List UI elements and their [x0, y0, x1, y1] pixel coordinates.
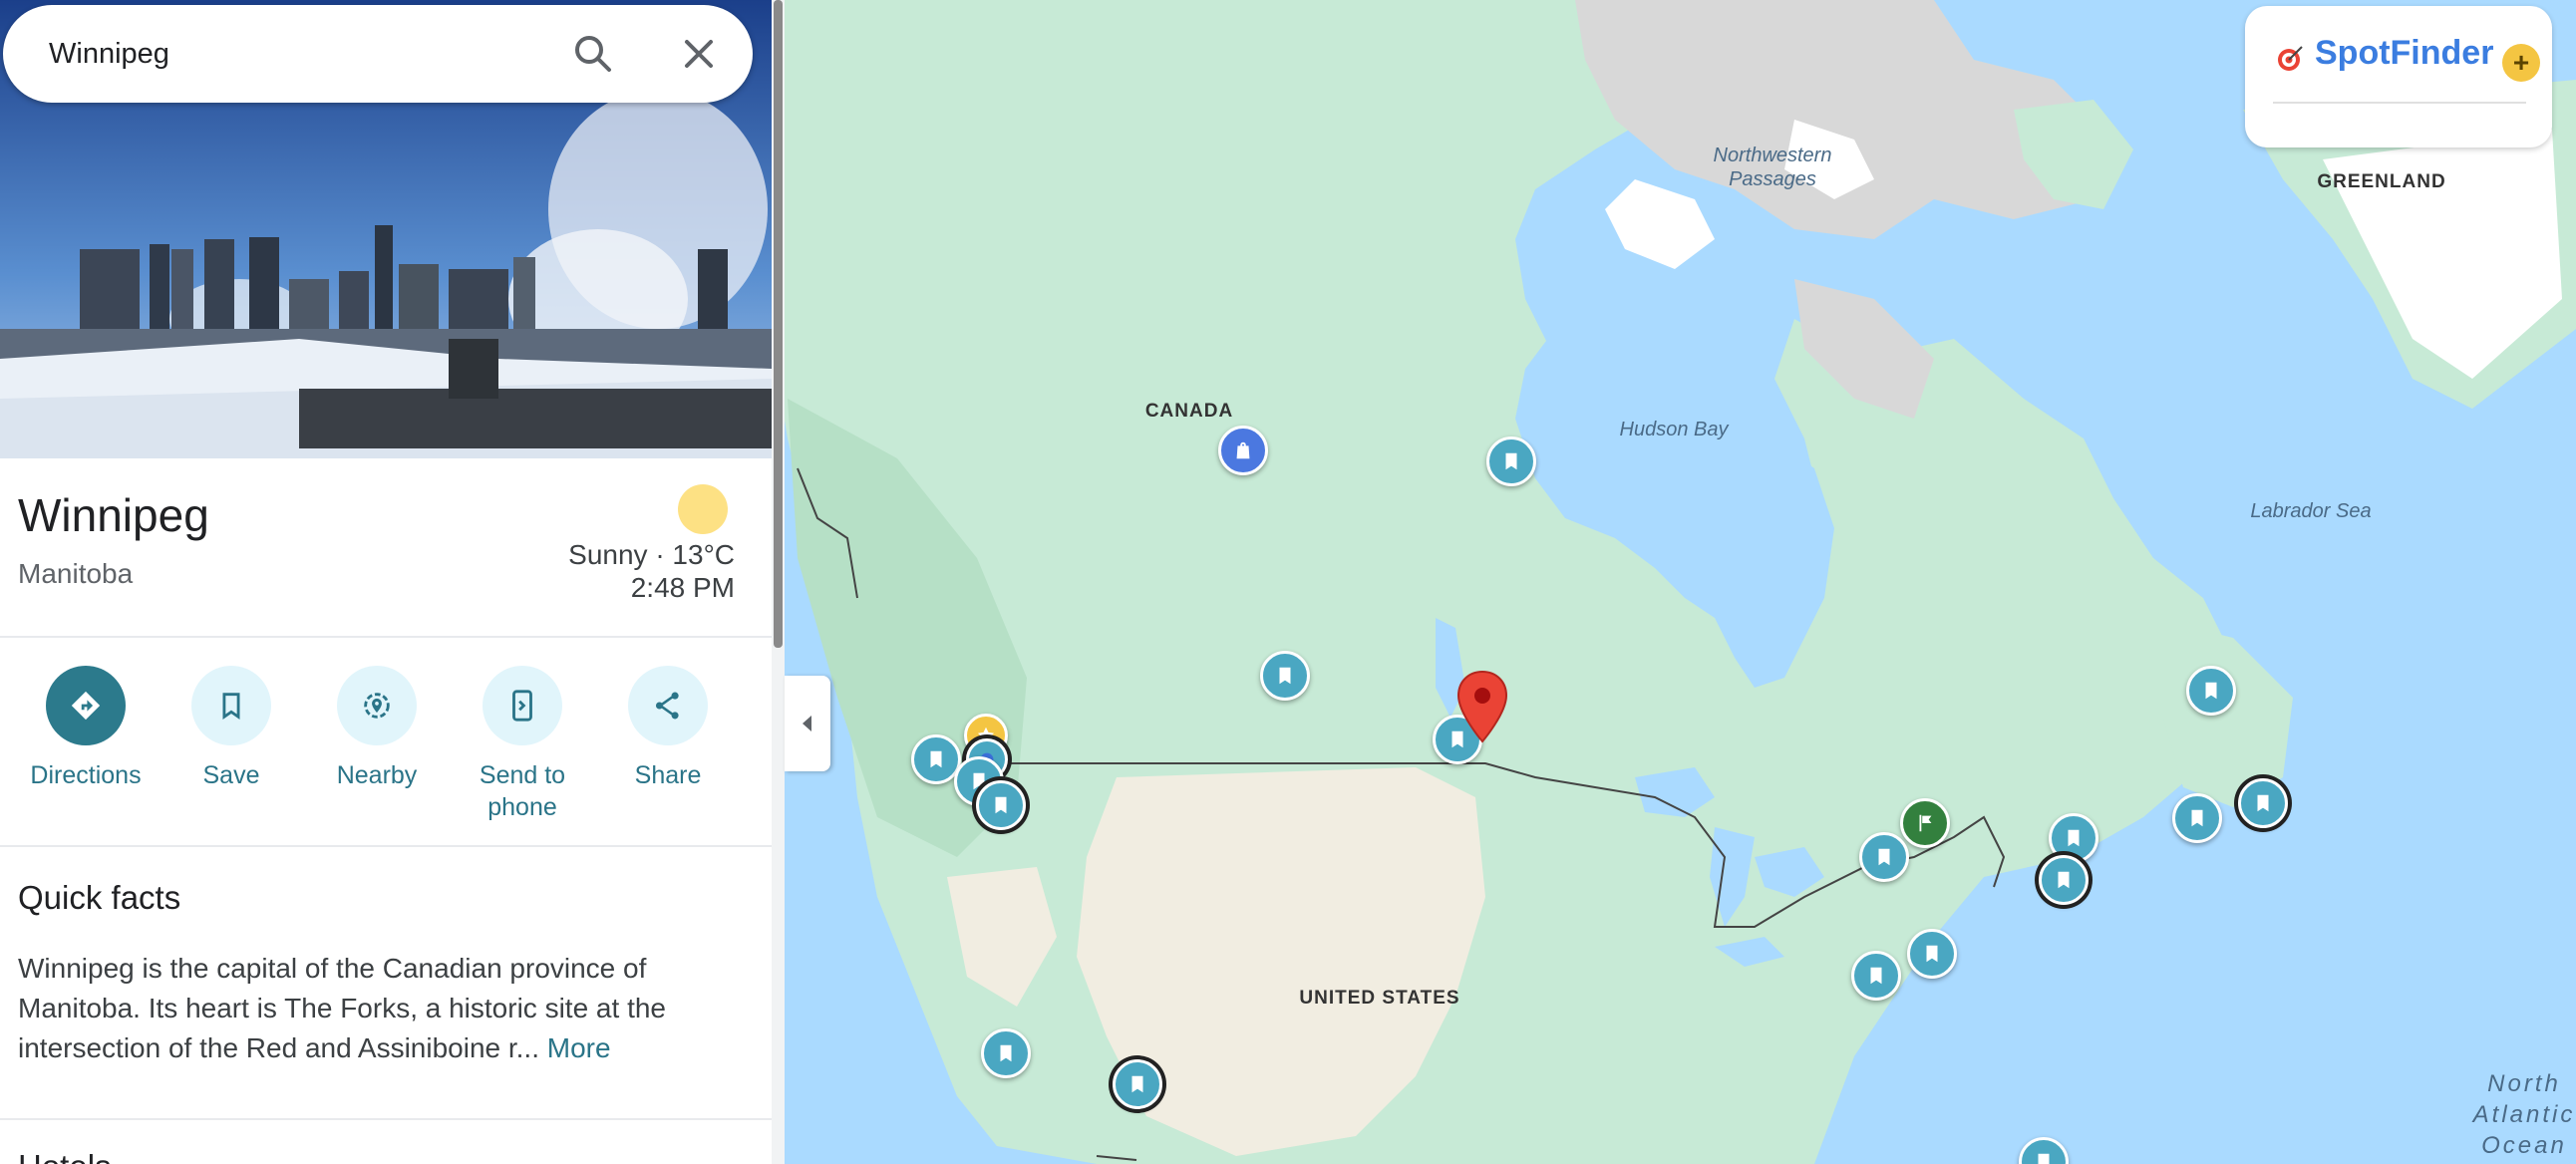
more-link[interactable]: More: [547, 1032, 611, 1063]
map-pin-saved[interactable]: [1907, 929, 1957, 979]
bookmark-icon: [2058, 871, 2070, 889]
bookmark-icon: [2257, 794, 2269, 812]
add-button[interactable]: +: [2502, 44, 2540, 82]
map-pin-saved[interactable]: [976, 780, 1026, 830]
map-pin-saved[interactable]: [2039, 855, 2089, 905]
map-pin-saved[interactable]: [1113, 1059, 1162, 1109]
place-region: Manitoba: [18, 558, 134, 589]
directions-label: Directions: [30, 761, 142, 789]
map-label-greenland: GREENLAND: [2317, 171, 2446, 192]
share-icon: [655, 692, 679, 720]
bookmark-icon: [1505, 452, 1517, 470]
map-pin-saved[interactable]: [981, 1028, 1031, 1078]
bookmark-icon: [2038, 1153, 2050, 1164]
search-box: [3, 5, 753, 103]
place-title: Winnipeg: [18, 489, 209, 541]
sun-icon: [678, 484, 728, 534]
selected-place-marker[interactable]: [1456, 670, 1508, 745]
brand-name[interactable]: SpotFinder: [2315, 34, 2493, 73]
close-icon[interactable]: [675, 30, 723, 78]
map-label-canada: CANADA: [1144, 401, 1234, 422]
nearby-label: Nearby: [336, 761, 418, 789]
weather-time: 2:48 PM: [630, 572, 735, 603]
hotels-heading: Hotels: [18, 1148, 112, 1164]
bookmark-icon: [1131, 1075, 1143, 1093]
bookmark-icon: [930, 750, 942, 768]
send-to-phone-label: Send to phone: [479, 761, 566, 821]
bookmark-icon: [2068, 829, 2080, 847]
map-label-labrador-sea: Labrador Sea: [2250, 500, 2372, 522]
place-side-panel: Winnipeg Manitoba Sunny · 13°C 2:48 PM D…: [0, 0, 772, 1164]
map-label-northwestern-passages: Northwestern Passages: [1713, 145, 1832, 190]
map-pin-shopping[interactable]: [1218, 426, 1268, 475]
quick-facts-text: Winnipeg is the capital of the Canadian …: [18, 949, 736, 1068]
bookmark-icon: [2191, 809, 2203, 827]
map-pin-saved[interactable]: [1486, 436, 1536, 486]
quick-facts-heading: Quick facts: [18, 879, 181, 916]
directions-button[interactable]: Directions: [16, 666, 156, 791]
map-label-united-states: UNITED STATES: [1299, 988, 1460, 1009]
map-pin-saved[interactable]: [1260, 651, 1310, 701]
nearby-button[interactable]: Nearby: [307, 666, 447, 791]
map-label-hudson-bay: Hudson Bay: [1619, 419, 1729, 440]
save-button[interactable]: Save: [161, 666, 301, 791]
bookmark-icon: [1926, 945, 1938, 963]
divider: [0, 636, 772, 638]
map-pin-saved[interactable]: [1851, 951, 1901, 1001]
map-label-north-atlantic-ocean: North Atlantic Ocean: [2472, 1070, 2576, 1159]
collapse-panel-button[interactable]: [785, 676, 830, 771]
bookmark-icon: [1870, 967, 1882, 985]
send-to-phone-icon: [512, 690, 532, 722]
send-to-phone-button[interactable]: Send to phone: [453, 666, 592, 823]
bookmark-icon: [222, 693, 240, 721]
divider: [0, 845, 772, 847]
target-icon: [2278, 46, 2303, 71]
map-pin-flag[interactable]: [1900, 798, 1950, 848]
brand-card: SpotFinder +: [2245, 6, 2552, 147]
divider: [2273, 102, 2526, 104]
flag-icon: [1919, 814, 1932, 832]
bookmark-icon: [1878, 848, 1890, 866]
weather-info: Sunny · 13°C 2:48 PM: [568, 538, 735, 604]
bookmark-icon: [2205, 682, 2217, 700]
search-icon[interactable]: [569, 30, 617, 78]
divider: [0, 1118, 772, 1120]
share-label: Share: [634, 761, 702, 789]
map-pin-saved[interactable]: [1859, 832, 1909, 882]
nearby-icon: [364, 693, 390, 719]
search-input[interactable]: [49, 31, 527, 77]
shopping-bag-icon: [1236, 441, 1250, 459]
scrollbar-thumb[interactable]: [774, 0, 783, 648]
directions-icon: [71, 691, 101, 721]
save-label: Save: [202, 761, 260, 789]
map-pin-saved[interactable]: [2186, 666, 2236, 716]
chevron-left-icon: [803, 716, 811, 731]
bookmark-icon: [1279, 667, 1291, 685]
bookmark-icon: [1000, 1044, 1012, 1062]
share-button[interactable]: Share: [598, 666, 738, 791]
panel-scrollbar[interactable]: [772, 0, 785, 1164]
weather-condition: Sunny · 13°C: [568, 539, 735, 570]
map-pin-saved[interactable]: [2238, 778, 2288, 828]
map-pin-saved[interactable]: [2172, 793, 2222, 843]
bookmark-icon: [995, 796, 1007, 814]
